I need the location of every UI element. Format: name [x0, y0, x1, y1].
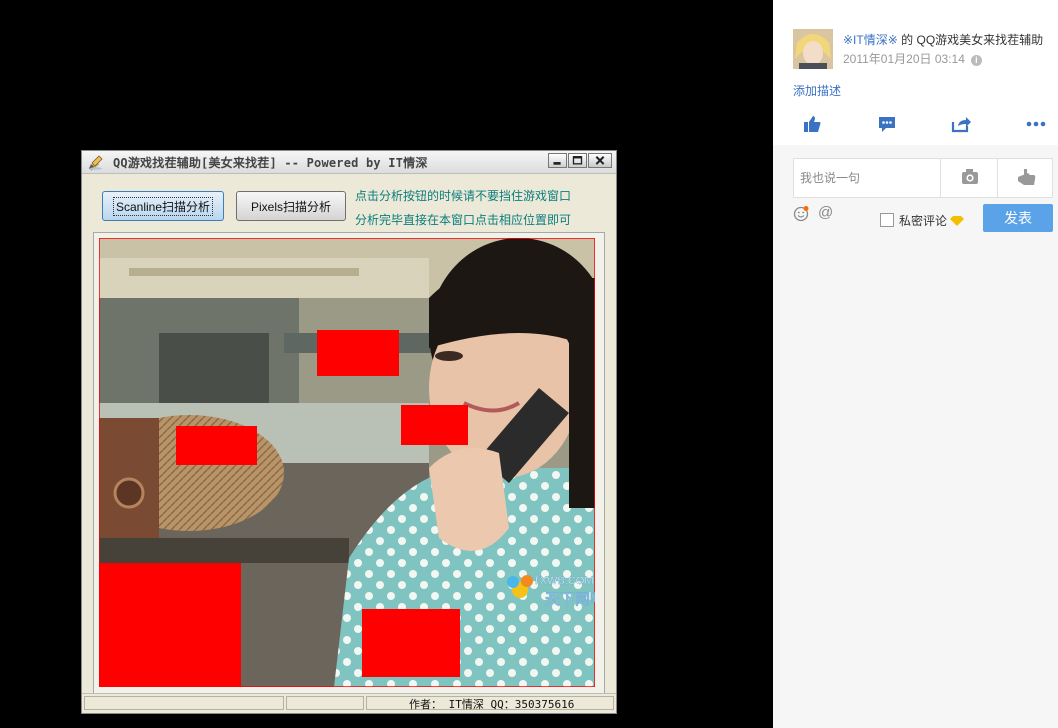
hint-line-1: 点击分析按钮的时候请不要挡住游戏窗口 [355, 189, 572, 203]
scanline-scan-button[interactable]: Scanline扫描分析 [102, 191, 224, 221]
share-icon[interactable] [950, 114, 972, 134]
watermark-brand: 天下网吧 [545, 590, 595, 608]
mention-icon[interactable]: @ [818, 204, 833, 221]
camera-icon [962, 169, 978, 184]
private-comment-option[interactable]: 私密评论 [880, 212, 965, 229]
send-button[interactable]: 发表 [983, 204, 1053, 232]
pixels-scan-button[interactable]: Pixels扫描分析 [236, 191, 346, 221]
comment-icon[interactable] [876, 114, 898, 134]
status-bar: 作者： IT情深 QQ：350375616 [82, 693, 616, 713]
connector-text: 的 [901, 33, 914, 47]
info-icon[interactable]: i [970, 55, 982, 66]
title-bar[interactable]: QQ游戏找茬辅助[美女来找茬] -- Powered by IT情深 [82, 151, 616, 174]
photo-info-panel: ※IT情深※ 的 QQ游戏美女来找茬辅助 2011年01月20日 03:14 i … [773, 0, 1058, 728]
post-header: ※IT情深※ 的 QQ游戏美女来找茬辅助 2011年01月20日 03:14 i … [773, 0, 1058, 145]
avatar[interactable] [793, 29, 833, 69]
author-link[interactable]: ※IT情深※ [843, 33, 898, 47]
pixels-scan-label: Pixels扫描分析 [250, 199, 331, 214]
post-datetime: 2011年01月20日 03:14 [843, 52, 965, 66]
scanline-scan-label: Scanline扫描分析 [112, 196, 214, 216]
status-cell-2 [286, 696, 364, 710]
minimize-button[interactable] [548, 153, 567, 168]
photo-illustration: TXWB.COM 天下网吧 [99, 238, 595, 687]
poke-button[interactable] [997, 159, 1054, 197]
post-title-line: ※IT情深※ 的 QQ游戏美女来找茬辅助 [843, 31, 1043, 48]
maximize-icon [572, 156, 583, 165]
album-title[interactable]: QQ游戏美女来找茬辅助 [916, 33, 1043, 47]
more-icon[interactable] [1025, 114, 1047, 134]
avatar-image [793, 29, 833, 69]
watermark-site: TXWB.COM [533, 575, 594, 587]
like-icon[interactable] [801, 114, 823, 134]
hand-icon [1018, 169, 1036, 185]
close-icon [595, 156, 605, 165]
private-comment-checkbox[interactable] [880, 213, 894, 227]
vip-diamond-icon [950, 216, 965, 226]
maximize-button[interactable] [568, 153, 587, 168]
hint-line-2: 分析完毕直接在本窗口点击相应位置即可 [355, 213, 572, 227]
app-pencil-icon [88, 155, 103, 171]
minimize-icon [553, 162, 561, 165]
post-datetime-line: 2011年01月20日 03:14 i [843, 50, 982, 67]
window-title: QQ游戏找茬辅助[美女来找茬] -- Powered by IT情深 [113, 156, 428, 170]
comment-box [793, 158, 1053, 198]
action-bar [773, 114, 1058, 136]
emoji-icon[interactable] [793, 206, 809, 222]
app-window: QQ游戏找茬辅助[美女来找茬] -- Powered by IT情深 Scanl… [81, 150, 617, 714]
author-info: 作者： IT情深 QQ：350375616 [409, 698, 575, 711]
close-button[interactable] [588, 153, 612, 168]
analysis-image[interactable]: TXWB.COM 天下网吧 [99, 238, 595, 687]
status-cell-1 [84, 696, 284, 710]
add-description-link[interactable]: 添加描述 [793, 82, 841, 99]
comment-input[interactable] [794, 159, 940, 197]
window-controls [548, 153, 612, 168]
private-comment-label: 私密评论 [899, 214, 948, 228]
upload-photo-button[interactable] [940, 159, 998, 197]
